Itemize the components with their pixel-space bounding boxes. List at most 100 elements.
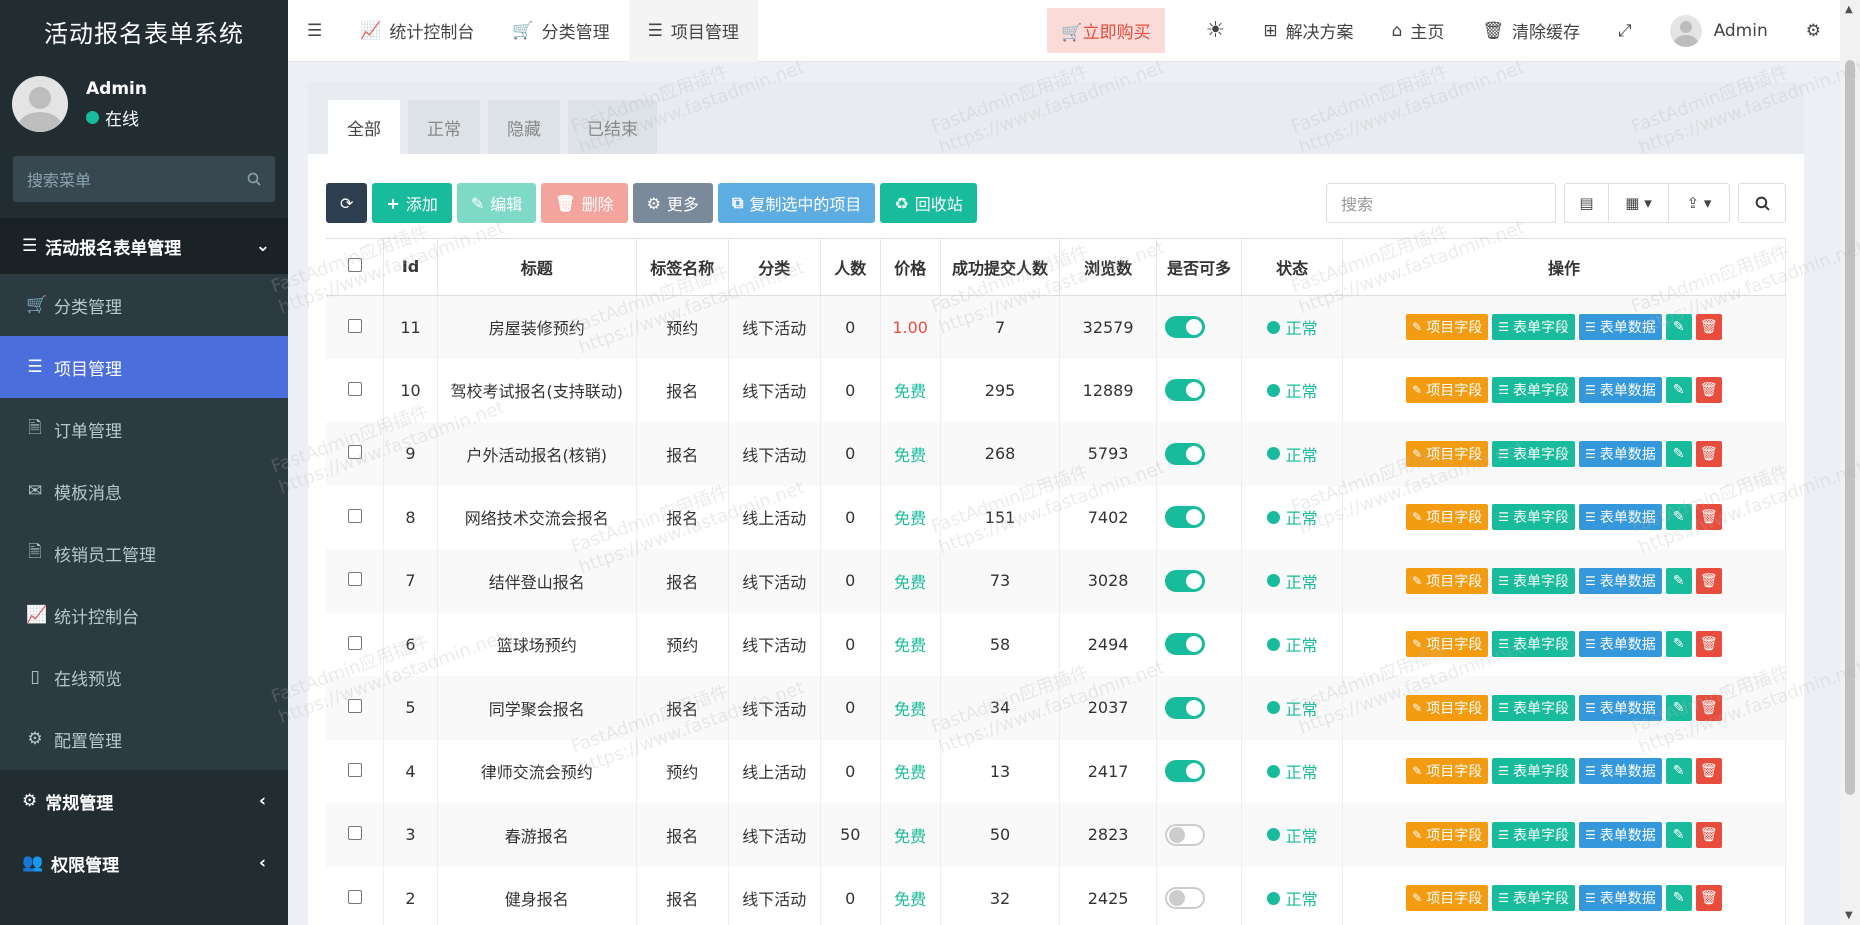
row-edit-button[interactable]: ✎ — [1665, 631, 1692, 658]
row-delete-button[interactable]: 🗑 — [1695, 504, 1722, 531]
sidebar-item-template-message[interactable]: ✉ 模板消息 — [0, 460, 288, 522]
form-fields-button[interactable]: ☰ 表单字段 — [1492, 314, 1575, 340]
multi-toggle[interactable] — [1164, 633, 1205, 656]
row-checkbox[interactable] — [347, 762, 362, 777]
theme-toggle-button[interactable]: ☀ — [1187, 0, 1245, 62]
table-row[interactable]: 3 春游报名 报名 线下活动 50 免费 50 2823 正常 ✎ 项目字段 ☰ 表单字段 ☰ 表单数据 ✎ 🗑 — [326, 803, 1786, 867]
form-data-button[interactable]: ☰ 表单数据 — [1578, 885, 1662, 912]
project-fields-button[interactable]: ✎ 项目字段 — [1406, 377, 1489, 404]
buy-now-button[interactable]: 🛒立即购买 — [1047, 8, 1165, 53]
sidebar-item-preview[interactable]: ▯ 在线预览 — [0, 646, 288, 708]
form-fields-button[interactable]: ☰ 表单字段 — [1492, 631, 1575, 658]
column-header[interactable]: 成功提交人数 — [940, 239, 1061, 296]
project-fields-button[interactable]: ✎ 项目字段 — [1406, 440, 1489, 467]
form-data-button[interactable]: ☰ 表单数据 — [1578, 504, 1662, 531]
project-fields-button[interactable]: ✎ 项目字段 — [1406, 314, 1489, 340]
multi-toggle[interactable] — [1164, 506, 1205, 529]
multi-toggle[interactable] — [1164, 569, 1205, 592]
row-edit-button[interactable]: ✎ — [1665, 758, 1692, 785]
sidebar-toggle-button[interactable]: ☰ — [288, 0, 341, 62]
table-row[interactable]: 6 篮球场预约 预约 线下活动 0 免费 58 2494 正常 ✎ 项目字段 ☰ 表单字段 ☰ 表单数据 ✎ 🗑 — [326, 612, 1786, 676]
sidebar-item-category[interactable]: 🛒 分类管理 — [0, 274, 288, 336]
filter-tab-ended[interactable]: 已结束 — [568, 100, 657, 154]
form-data-button[interactable]: ☰ 表单数据 — [1578, 314, 1662, 340]
column-header[interactable]: 分类 — [728, 239, 821, 296]
sidebar-item-project[interactable]: ☰ 项目管理 — [0, 336, 288, 398]
add-button[interactable]: + 添加 — [372, 183, 452, 223]
fullscreen-button[interactable]: ⤢ — [1599, 0, 1651, 62]
form-data-button[interactable]: ☰ 表单数据 — [1578, 567, 1662, 594]
multi-toggle[interactable] — [1164, 442, 1205, 465]
row-edit-button[interactable]: ✎ — [1665, 314, 1692, 340]
select-all-checkbox[interactable] — [347, 258, 362, 273]
row-delete-button[interactable]: 🗑 — [1695, 314, 1722, 340]
row-delete-button[interactable]: 🗑 — [1695, 821, 1722, 848]
column-header[interactable]: 人数 — [820, 239, 881, 296]
advanced-search-button[interactable] — [1738, 183, 1786, 223]
form-data-button[interactable]: ☰ 表单数据 — [1578, 377, 1662, 404]
row-checkbox[interactable] — [347, 318, 362, 333]
table-row[interactable]: 7 结伴登山报名 报名 线下活动 0 免费 73 3028 正常 ✎ 项目字段 ☰ 表单字段 ☰ 表单数据 ✎… — [326, 549, 1786, 613]
column-header[interactable]: 是否可多 — [1156, 239, 1243, 296]
clear-cache-button[interactable]: 🗑 清除缓存 — [1463, 0, 1599, 62]
form-fields-button[interactable]: ☰ 表单字段 — [1492, 567, 1575, 594]
table-row[interactable]: 9 户外活动报名(核销) 报名 线下活动 0 免费 268 5793 正常 ✎ 项目字段 ☰ 表单字段 ☰… — [326, 422, 1786, 486]
scroll-up-icon[interactable]: ▲ — [1845, 4, 1853, 15]
scrollbar-thumb[interactable] — [1845, 60, 1855, 795]
row-edit-button[interactable]: ✎ — [1665, 567, 1692, 594]
more-button[interactable]: ⚙ 更多 — [632, 183, 713, 223]
multi-toggle[interactable] — [1164, 379, 1205, 402]
form-fields-button[interactable]: ☰ 表单字段 — [1492, 821, 1575, 848]
multi-toggle[interactable] — [1164, 887, 1205, 910]
project-fields-button[interactable]: ✎ 项目字段 — [1406, 885, 1489, 912]
row-delete-button[interactable]: 🗑 — [1695, 440, 1722, 467]
project-fields-button[interactable]: ✎ 项目字段 — [1406, 758, 1489, 785]
project-fields-button[interactable]: ✎ 项目字段 — [1406, 631, 1489, 658]
refresh-button[interactable]: ⟳ — [326, 183, 368, 223]
user-menu[interactable]: Admin — [1651, 0, 1787, 62]
sidebar-item-dashboard[interactable]: 📈 统计控制台 — [0, 584, 288, 646]
brand-title[interactable]: 活动报名表单系统 — [0, 0, 288, 62]
home-link[interactable]: ⌂ 主页 — [1373, 0, 1464, 62]
project-fields-button[interactable]: ✎ 项目字段 — [1406, 567, 1489, 594]
row-delete-button[interactable]: 🗑 — [1695, 631, 1722, 658]
column-header[interactable]: 标题 — [437, 239, 637, 296]
multi-toggle[interactable] — [1164, 696, 1205, 719]
row-checkbox[interactable] — [347, 699, 362, 714]
table-row[interactable]: 10 驾校考试报名(支持联动) 报名 线下活动 0 免费 295 12889 正常 ✎ 项目字段 ☰ 表… — [326, 358, 1786, 422]
form-data-button[interactable]: ☰ 表单数据 — [1578, 631, 1662, 658]
search-icon[interactable] — [247, 172, 261, 186]
row-delete-button[interactable]: 🗑 — [1695, 694, 1722, 721]
sidebar-item-verifier[interactable]: 🗎 核销员工管理 — [0, 522, 288, 584]
menu-search-input[interactable]: 搜索菜单 — [13, 156, 275, 202]
project-fields-button[interactable]: ✎ 项目字段 — [1406, 821, 1489, 848]
column-header[interactable]: 浏览数 — [1059, 239, 1157, 296]
row-delete-button[interactable]: 🗑 — [1695, 758, 1722, 785]
row-checkbox[interactable] — [347, 445, 362, 460]
row-checkbox[interactable] — [347, 381, 362, 396]
form-fields-button[interactable]: ☰ 表单字段 — [1492, 758, 1575, 785]
recycle-bin-button[interactable]: ♻ 回收站 — [880, 183, 977, 223]
multi-toggle[interactable] — [1164, 316, 1205, 338]
project-fields-button[interactable]: ✎ 项目字段 — [1406, 504, 1489, 531]
table-row[interactable]: 2 健身报名 报名 线下活动 0 免费 32 2425 正常 ✎ 项目字段 ☰ 表单字段 ☰ 表单数据 ✎ 🗑 — [326, 866, 1786, 925]
row-edit-button[interactable]: ✎ — [1665, 440, 1692, 467]
page-scrollbar[interactable]: ▲ ▼ — [1840, 0, 1860, 925]
export-button[interactable]: ⇪ ▾ — [1669, 184, 1729, 222]
row-checkbox[interactable] — [347, 508, 362, 523]
row-checkbox[interactable] — [347, 572, 362, 587]
form-data-button[interactable]: ☰ 表单数据 — [1578, 440, 1662, 467]
multi-toggle[interactable] — [1164, 823, 1205, 846]
edit-button[interactable]: ✎ 编辑 — [456, 183, 537, 223]
copy-selected-button[interactable]: ⧉ 复制选中的项目 — [717, 183, 876, 223]
filter-tab-hidden[interactable]: 隐藏 — [488, 100, 560, 154]
table-row[interactable]: 5 同学聚会报名 报名 线下活动 0 免费 34 2037 正常 ✎ 项目字段 ☰ 表单字段 ☰ 表单数据 ✎… — [326, 676, 1786, 740]
solutions-link[interactable]: ⊞ 解决方案 — [1244, 0, 1372, 62]
row-delete-button[interactable]: 🗑 — [1695, 377, 1722, 404]
form-fields-button[interactable]: ☰ 表单字段 — [1492, 504, 1575, 531]
sidebar-item-order[interactable]: 🗎 订单管理 — [0, 398, 288, 460]
column-header[interactable]: 价格 — [880, 239, 941, 296]
column-header[interactable]: 标签名称 — [636, 239, 729, 296]
form-data-button[interactable]: ☰ 表单数据 — [1578, 758, 1662, 785]
sidebar-group-general[interactable]: ⚙ 常规管理 ‹ — [0, 770, 288, 832]
